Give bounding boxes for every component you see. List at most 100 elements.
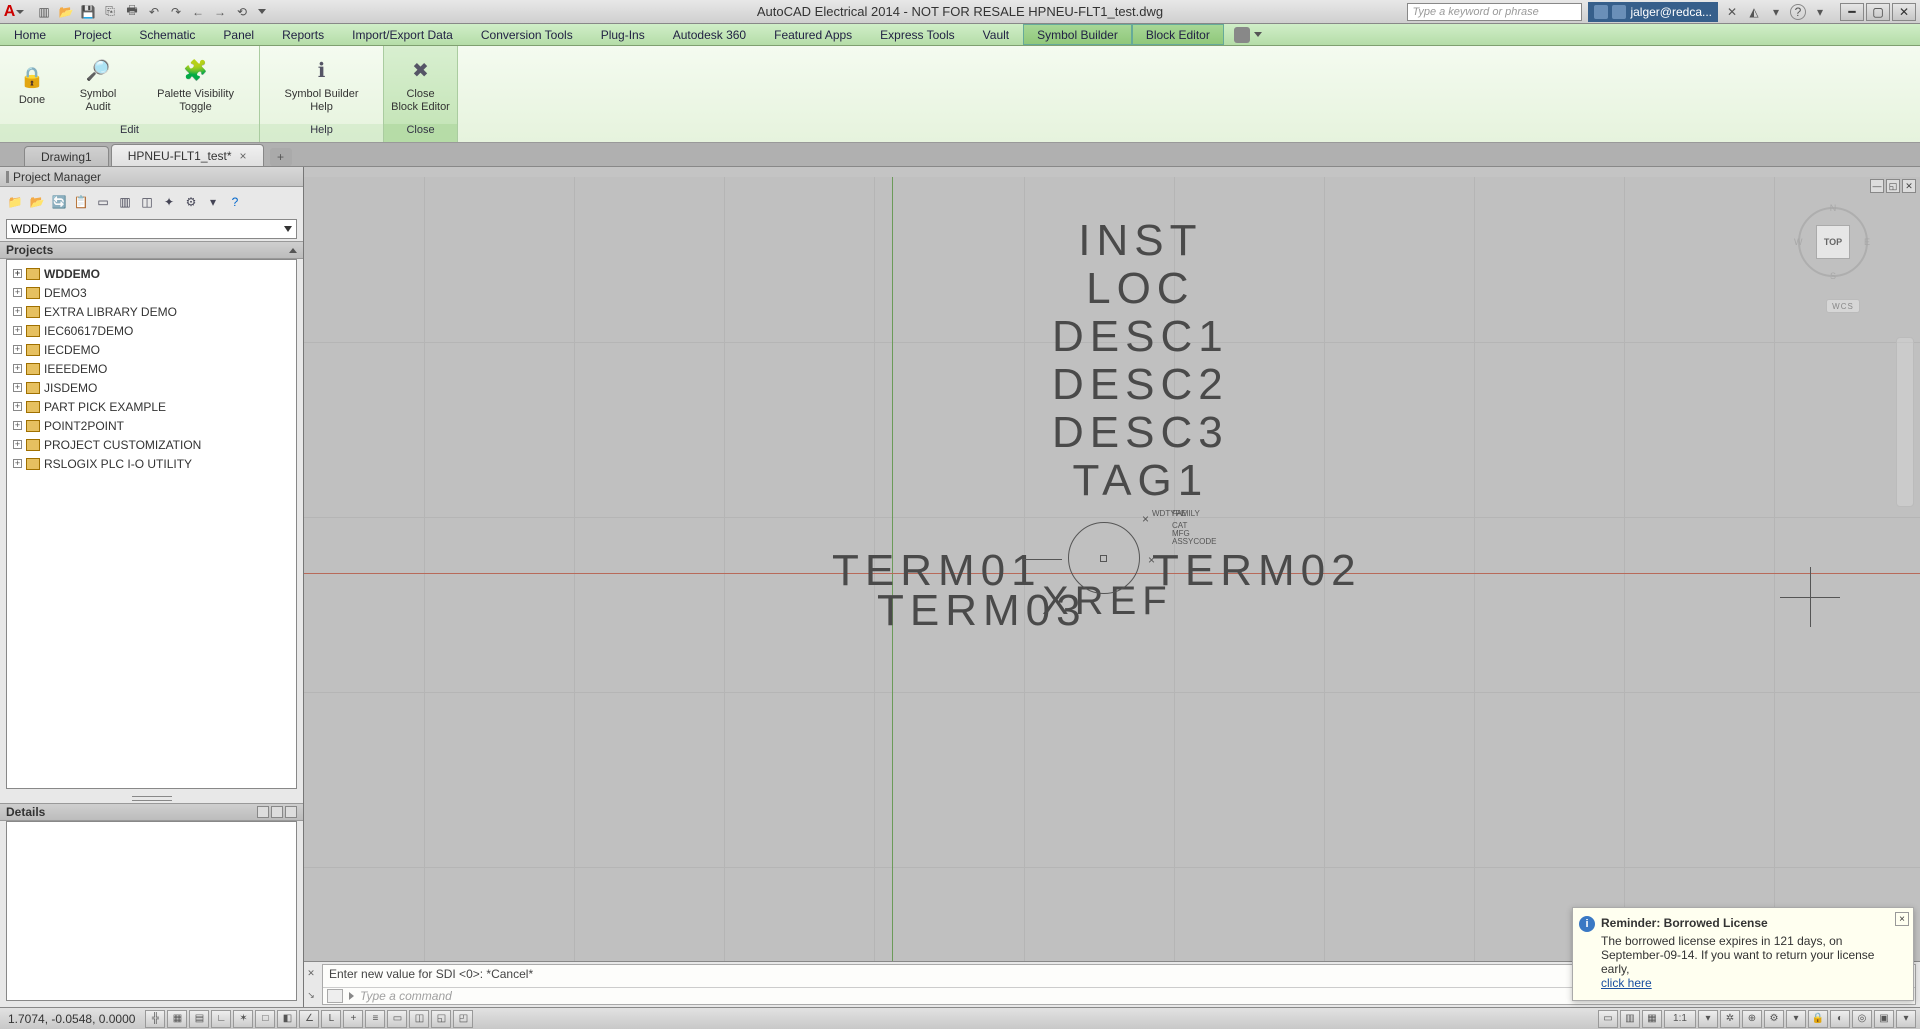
help-icon[interactable]: ? (1790, 4, 1806, 20)
sb-sc-icon[interactable]: ◱ (431, 1010, 451, 1028)
sb-hardware-icon[interactable]: ◐ (1830, 1010, 1850, 1028)
tab-express-tools[interactable]: Express Tools (866, 24, 968, 45)
sb-annovis-icon[interactable]: ⊕ (1742, 1010, 1762, 1028)
sb-lock-icon[interactable]: 🔒 (1808, 1010, 1828, 1028)
dropdown-icon[interactable]: ▾ (1768, 4, 1784, 20)
pm-surfer-icon[interactable]: ✦ (160, 193, 178, 211)
window-maximize-button[interactable]: ▢ (1866, 3, 1890, 21)
app-menu-button[interactable]: A (2, 1, 26, 23)
pm-new-icon[interactable]: 📁 (6, 193, 24, 211)
status-coordinates[interactable]: 1.7074, -0.0548, 0.0000 (0, 1012, 143, 1026)
panel-splitter[interactable] (0, 793, 303, 803)
details-view2-icon[interactable] (271, 806, 283, 818)
expand-icon[interactable]: + (13, 440, 22, 449)
done-button[interactable]: 🔒 Done (12, 61, 52, 109)
details-view1-icon[interactable] (257, 806, 269, 818)
project-tree-item[interactable]: +DEMO3 (9, 283, 294, 302)
details-collapse-icon[interactable] (285, 806, 297, 818)
symbol-audit-button[interactable]: 🔎 Symbol Audit (66, 55, 130, 116)
sb-quickview-icon[interactable]: ▦ (1642, 1010, 1662, 1028)
close-tab-icon[interactable]: × (240, 149, 247, 163)
cmd-close-icon[interactable]: ✕ (307, 968, 315, 979)
project-tree-item[interactable]: +POINT2POINT (9, 416, 294, 435)
tab-symbol-builder[interactable]: Symbol Builder (1023, 24, 1132, 45)
pm-settings-icon[interactable]: ⚙ (182, 193, 200, 211)
project-tree-item[interactable]: +PART PICK EXAMPLE (9, 397, 294, 416)
qat-sync-icon[interactable]: ⟲ (234, 4, 250, 20)
tab-project[interactable]: Project (60, 24, 125, 45)
details-header[interactable]: Details (0, 803, 303, 821)
expand-icon[interactable]: + (13, 402, 22, 411)
sb-ws-icon[interactable]: ⚙ (1764, 1010, 1784, 1028)
sb-layout-icon[interactable]: ▥ (1620, 1010, 1640, 1028)
close-block-editor-button[interactable]: ✖ Close Block Editor (385, 55, 456, 116)
qat-open-icon[interactable]: 📂 (58, 4, 74, 20)
expand-icon[interactable]: + (13, 269, 22, 278)
tab-conversion-tools[interactable]: Conversion Tools (467, 24, 587, 45)
sb-polar-icon[interactable]: ✶ (233, 1010, 253, 1028)
qat-customize-icon[interactable] (258, 9, 266, 14)
palette-visibility-toggle-button[interactable]: 🧩 Palette Visibility Toggle (144, 55, 247, 116)
project-tree-item[interactable]: +RSLOGIX PLC I-O UTILITY (9, 454, 294, 473)
tab-import-export[interactable]: Import/Export Data (338, 24, 467, 45)
qat-save-icon[interactable]: 💾 (80, 4, 96, 20)
sb-infer-icon[interactable]: ╬ (145, 1010, 165, 1028)
expand-icon[interactable]: + (13, 459, 22, 468)
window-minimize-button[interactable]: ━ (1840, 3, 1864, 21)
pm-task-icon[interactable]: 📋 (72, 193, 90, 211)
window-close-button[interactable]: ✕ (1892, 3, 1916, 21)
project-tree-item[interactable]: +IEEEDEMO (9, 359, 294, 378)
search-input[interactable]: Type a keyword or phrase (1407, 3, 1582, 21)
expand-icon[interactable]: + (13, 326, 22, 335)
sb-qp-icon[interactable]: ◫ (409, 1010, 429, 1028)
qat-back-icon[interactable]: ← (190, 4, 206, 20)
qat-undo-icon[interactable]: ↶ (146, 4, 162, 20)
sb-snap-icon[interactable]: ▦ (167, 1010, 187, 1028)
pm-refresh-icon[interactable]: 🔄 (50, 193, 68, 211)
navigation-bar[interactable] (1896, 337, 1914, 507)
qat-plot-icon[interactable]: 🖶 (124, 4, 140, 20)
autodesk-icon[interactable]: ◭ (1746, 4, 1762, 20)
wcs-label[interactable]: WCS (1826, 299, 1860, 313)
sb-am-icon[interactable]: ◰ (453, 1010, 473, 1028)
qat-fwd-icon[interactable]: → (212, 4, 228, 20)
expand-icon[interactable]: + (13, 383, 22, 392)
sb-scale-drop-icon[interactable]: ▾ (1698, 1010, 1718, 1028)
expand-icon[interactable]: + (13, 307, 22, 316)
sb-lwt-icon[interactable]: ≡ (365, 1010, 385, 1028)
tab-featured-apps[interactable]: Featured Apps (760, 24, 866, 45)
pm-zip-icon[interactable]: ◫ (138, 193, 156, 211)
ribbon-dropdown-icon[interactable] (1254, 32, 1262, 37)
tab-reports[interactable]: Reports (268, 24, 338, 45)
qat-new-icon[interactable]: ▥ (36, 4, 52, 20)
sb-isolate-icon[interactable]: ◎ (1852, 1010, 1872, 1028)
pm-open-icon[interactable]: 📂 (28, 193, 46, 211)
sb-ortho-icon[interactable]: ∟ (211, 1010, 231, 1028)
sb-tpy-icon[interactable]: ▭ (387, 1010, 407, 1028)
tab-block-editor[interactable]: Block Editor (1132, 24, 1224, 45)
sb-model-icon[interactable]: ▭ (1598, 1010, 1618, 1028)
project-tree-item[interactable]: +EXTRA LIBRARY DEMO (9, 302, 294, 321)
cmd-expand-icon[interactable]: ↘ (307, 990, 315, 1001)
sb-clean-icon[interactable]: ▣ (1874, 1010, 1894, 1028)
project-manager-title[interactable]: Project Manager (0, 167, 303, 187)
tab-vault[interactable]: Vault (969, 24, 1023, 45)
balloon-link[interactable]: click here (1601, 976, 1652, 990)
sb-grid-icon[interactable]: ▤ (189, 1010, 209, 1028)
sb-ws-drop-icon[interactable]: ▾ (1786, 1010, 1806, 1028)
symbol-builder-help-button[interactable]: ℹ Symbol Builder Help (272, 55, 371, 116)
expand-icon[interactable]: + (13, 364, 22, 373)
drawing-viewport[interactable]: — ◱ ✕ INST LOC DESC1 DESC2 DESC3 TAG1 TE… (304, 177, 1920, 961)
view-cube-face[interactable]: TOP (1816, 225, 1850, 259)
exchange-icon[interactable]: ✕ (1724, 4, 1740, 20)
file-tab-hpneu[interactable]: HPNEU-FLT1_test* × (111, 144, 264, 166)
sb-scale-button[interactable]: 1:1 (1664, 1010, 1696, 1028)
pm-dropdown-icon[interactable]: ▾ (204, 193, 222, 211)
add-tab-button[interactable]: + (270, 148, 292, 166)
tab-autodesk-360[interactable]: Autodesk 360 (659, 24, 760, 45)
sb-osnap-icon[interactable]: □ (255, 1010, 275, 1028)
project-tree-item[interactable]: +IECDEMO (9, 340, 294, 359)
project-tree[interactable]: +WDDEMO+DEMO3+EXTRA LIBRARY DEMO+IEC6061… (6, 259, 297, 789)
expand-icon[interactable]: + (13, 288, 22, 297)
sb-tray-icon[interactable]: ▾ (1896, 1010, 1916, 1028)
